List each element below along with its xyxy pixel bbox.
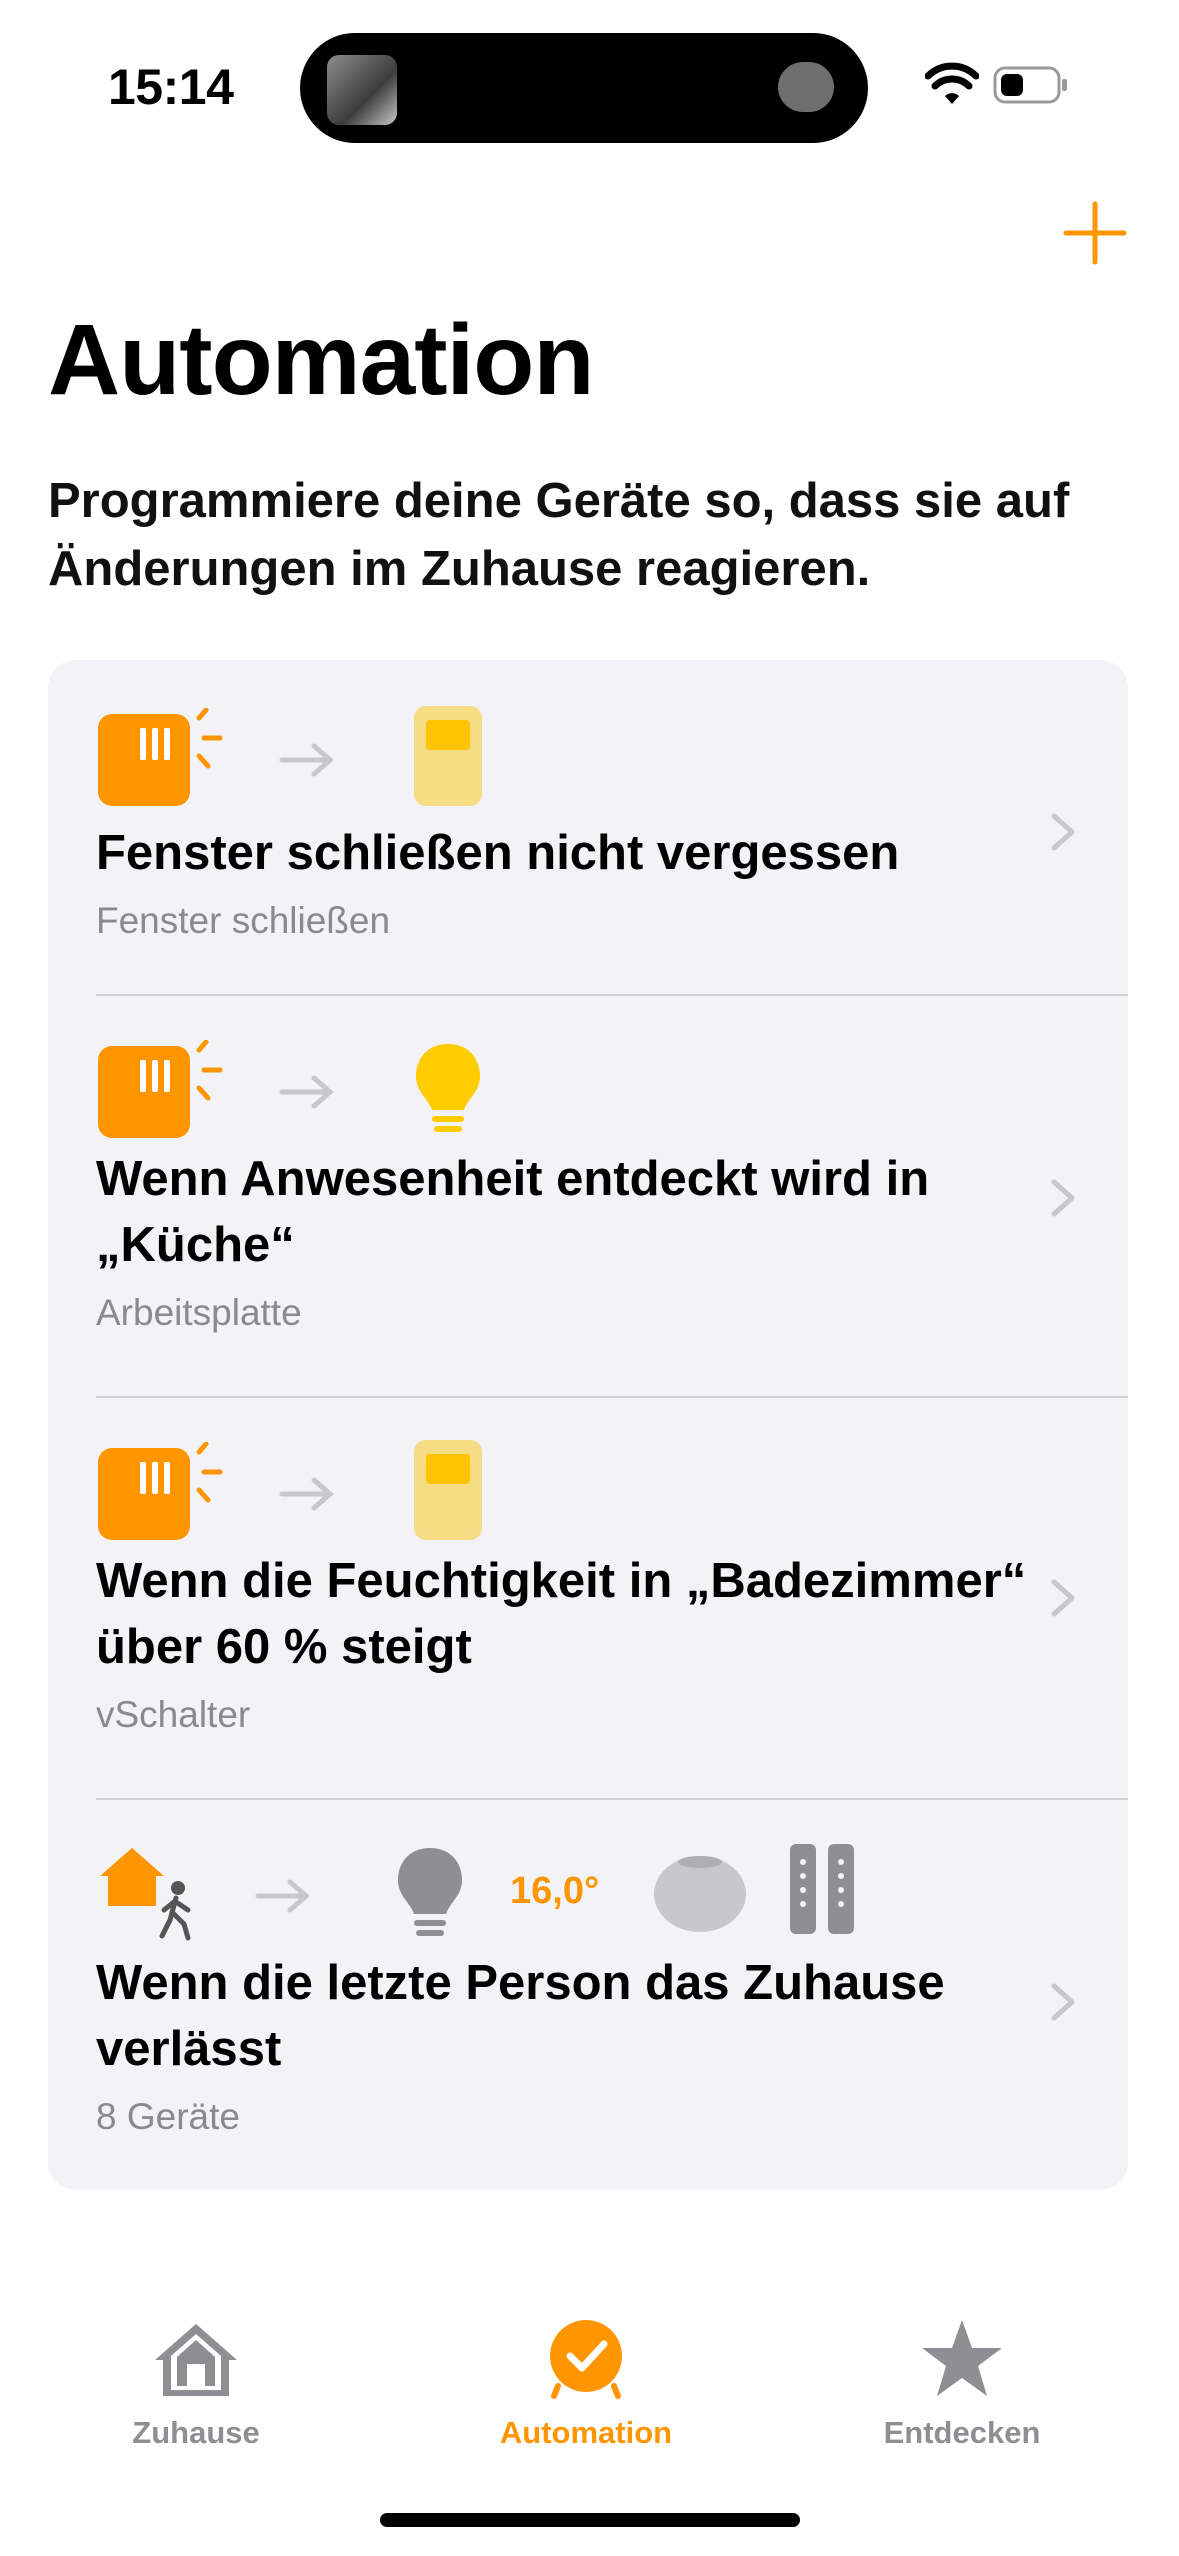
lightbulb-icon: [398, 1848, 462, 1936]
tab-label: Automation: [499, 2415, 673, 2450]
automation-row[interactable]: Wenn die Feuchtigkeit in „Badezimmer“ üb…: [48, 1398, 1128, 1798]
power-strip-icon: [790, 1844, 854, 1934]
automation-title: Wenn die Feuchtigkeit in „Badezimmer“ üb…: [96, 1554, 1027, 1674]
temperature-value: 16,0°: [510, 1870, 600, 1912]
arrow-icon: [279, 743, 334, 777]
tab-label: Zuhause: [132, 2415, 260, 2450]
star-icon: [922, 2320, 1002, 2396]
wifi-icon: [925, 62, 979, 104]
sensor-icon: [98, 708, 223, 806]
automation-row[interactable]: Fenster schließen nicht vergessen Fenste…: [48, 660, 1128, 995]
automation-row[interactable]: 16,0° Wenn die letzte Person das Zuhause…: [48, 1800, 1128, 2190]
arrow-icon: [255, 1879, 310, 1913]
chevron-right-icon: [1051, 1579, 1075, 1617]
automation-subtitle: Arbeitsplatte: [96, 1292, 302, 1333]
automation-subtitle: vSchalter: [96, 1694, 251, 1735]
status-time: 15:14: [108, 59, 234, 115]
tab-label: Entdecken: [883, 2415, 1041, 2450]
homepod-activity-icon: [778, 62, 834, 112]
chevron-right-icon: [1051, 813, 1075, 851]
switch-icon: [414, 706, 482, 806]
house-icon: [155, 2324, 237, 2396]
automation-clock-icon: [550, 2320, 622, 2399]
automation-title: Fenster schließen nicht vergessen: [96, 826, 900, 880]
sensor-icon: [98, 1040, 223, 1138]
lightbulb-icon: [416, 1044, 480, 1132]
page-subtitle: Programmiere deine Geräte so, dass sie a…: [48, 474, 1070, 596]
switch-icon: [414, 1440, 482, 1540]
battery-icon: [993, 66, 1067, 104]
automation-row[interactable]: Wenn Anwesenheit entdeckt wird in „Küche…: [48, 996, 1128, 1396]
tab-automation[interactable]: Automation: [456, 2280, 716, 2451]
automation-subtitle: Fenster schließen: [96, 900, 391, 941]
chevron-right-icon: [1051, 1983, 1075, 2021]
homepod-icon: [654, 1856, 746, 1932]
arrow-icon: [279, 1477, 334, 1511]
tab-entdecken[interactable]: Entdecken: [832, 2280, 1092, 2451]
tab-zuhause[interactable]: Zuhause: [66, 2280, 326, 2451]
automation-subtitle: 8 Geräte: [96, 2096, 240, 2137]
automation-title: Wenn Anwesenheit entdeckt wird in „Küche…: [96, 1152, 930, 1272]
arrow-icon: [279, 1075, 334, 1109]
automation-title: Wenn die letzte Person das Zuhause verlä…: [96, 1956, 945, 2076]
home-indicator[interactable]: [380, 2513, 800, 2527]
automation-list: Fenster schließen nicht vergessen Fenste…: [48, 660, 1128, 2190]
chevron-right-icon: [1051, 1179, 1075, 1217]
sensor-icon: [98, 1442, 223, 1540]
now-playing-artwork: [327, 55, 397, 125]
page-title: Automation: [48, 304, 594, 416]
home-leave-icon: [100, 1848, 191, 1941]
add-automation-button[interactable]: [1060, 198, 1130, 268]
